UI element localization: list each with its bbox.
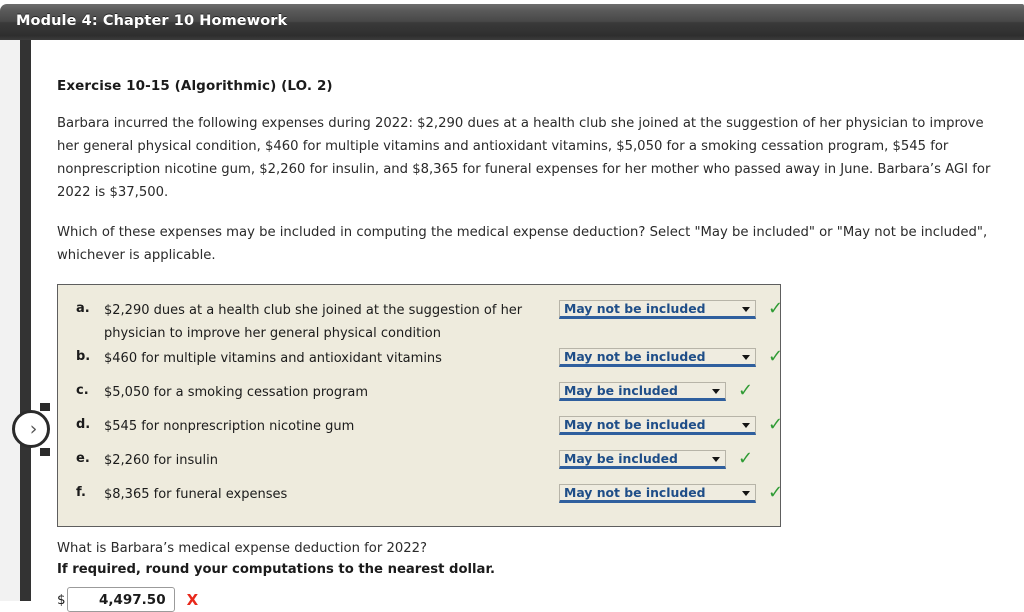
final-answer-row: $ X xyxy=(57,587,1007,612)
final-question-prompt: What is Barbara’s medical expense deduct… xyxy=(57,541,428,556)
window-left-margin xyxy=(0,40,20,601)
exercise-content: Exercise 10-15 (Algorithmic) (LO. 2) Bar… xyxy=(57,78,1007,612)
dropdown-d[interactable]: May not be included xyxy=(559,416,756,435)
exercise-paragraph-1: Barbara incurred the following expenses … xyxy=(57,116,991,200)
row-control: May not be included ✓ xyxy=(559,414,783,435)
answer-row-d: d. $545 for nonprescription nicotine gum… xyxy=(58,414,783,447)
dropdown-b-value: May not be included xyxy=(564,349,706,364)
window-title-bar: Module 4: Chapter 10 Homework xyxy=(0,4,1024,40)
homework-window: Module 4: Chapter 10 Homework › Exercise… xyxy=(0,0,1024,612)
final-question-instruction: If required, round your computations to … xyxy=(57,562,496,577)
dropdown-d-value: May not be included xyxy=(564,417,706,432)
dropdown-c-value: May be included xyxy=(564,383,678,398)
chevron-down-icon xyxy=(738,487,753,500)
answer-row-c: c. $5,050 for a smoking cessation progra… xyxy=(58,380,780,413)
row-description: $460 for multiple vitamins and antioxida… xyxy=(104,351,442,366)
chevron-right-icon: › xyxy=(29,417,38,440)
final-answer-input[interactable] xyxy=(66,587,175,612)
currency-symbol: $ xyxy=(57,591,66,608)
row-description: $2,260 for insulin xyxy=(104,453,218,468)
row-letter: d. xyxy=(76,417,91,432)
status-check-icon-b: ✓ xyxy=(768,346,784,367)
dropdown-a[interactable]: May not be included xyxy=(559,300,756,319)
row-description: $2,290 dues at a health club she joined … xyxy=(104,303,523,341)
side-handle-tab-bottom xyxy=(40,448,50,456)
side-handle-tab-top xyxy=(40,403,50,411)
exercise-title: Exercise 10-15 (Algorithmic) (LO. 2) xyxy=(57,78,333,94)
answer-panel: a. $2,290 dues at a health club she join… xyxy=(57,284,783,527)
status-x-icon: X xyxy=(186,590,199,609)
dropdown-e-value: May be included xyxy=(564,451,678,466)
row-letter: f. xyxy=(76,485,86,500)
row-control: May be included ✓ xyxy=(559,380,780,401)
dropdown-f-value: May not be included xyxy=(564,485,706,500)
dropdown-f[interactable]: May not be included xyxy=(559,484,756,503)
chevron-down-icon xyxy=(738,419,753,432)
row-letter: b. xyxy=(76,349,91,364)
window-left-rail xyxy=(20,40,31,601)
row-control: May not be included ✓ xyxy=(559,298,783,319)
dropdown-e[interactable]: May be included xyxy=(559,450,726,469)
chevron-down-icon xyxy=(738,351,753,364)
window-title: Module 4: Chapter 10 Homework xyxy=(16,13,288,29)
exercise-paragraph-2: Which of these expenses may be included … xyxy=(57,225,988,263)
status-check-icon-c: ✓ xyxy=(738,380,754,401)
status-check-icon-f: ✓ xyxy=(768,482,784,503)
next-question-handle[interactable]: › xyxy=(12,410,50,448)
status-check-icon-e: ✓ xyxy=(738,448,754,469)
page-body: › Exercise 10-15 (Algorithmic) (LO. 2) B… xyxy=(12,40,1024,612)
row-letter: e. xyxy=(76,451,90,466)
row-letter: a. xyxy=(76,301,90,316)
chevron-down-icon xyxy=(738,303,753,316)
row-description: $545 for nonprescription nicotine gum xyxy=(104,419,355,434)
dropdown-a-value: May not be included xyxy=(564,301,706,316)
row-description: $8,365 for funeral expenses xyxy=(104,487,288,502)
row-description: $5,050 for a smoking cessation program xyxy=(104,385,369,400)
status-check-icon-d: ✓ xyxy=(768,414,784,435)
status-check-icon-a: ✓ xyxy=(768,298,784,319)
dropdown-c[interactable]: May be included xyxy=(559,382,726,401)
row-control: May not be included ✓ xyxy=(559,482,783,503)
chevron-down-icon xyxy=(708,385,723,398)
answer-row-a: a. $2,290 dues at a health club she join… xyxy=(58,298,783,345)
row-letter: c. xyxy=(76,383,89,398)
answer-row-b: b. $460 for multiple vitamins and antiox… xyxy=(58,346,783,379)
row-control: May be included ✓ xyxy=(559,448,780,469)
answer-row-e: e. $2,260 for insulin May be included ✓ xyxy=(58,448,780,481)
answer-row-f: f. $8,365 for funeral expenses May not b… xyxy=(58,482,783,515)
chevron-down-icon xyxy=(708,453,723,466)
row-control: May not be included ✓ xyxy=(559,346,783,367)
dropdown-b[interactable]: May not be included xyxy=(559,348,756,367)
